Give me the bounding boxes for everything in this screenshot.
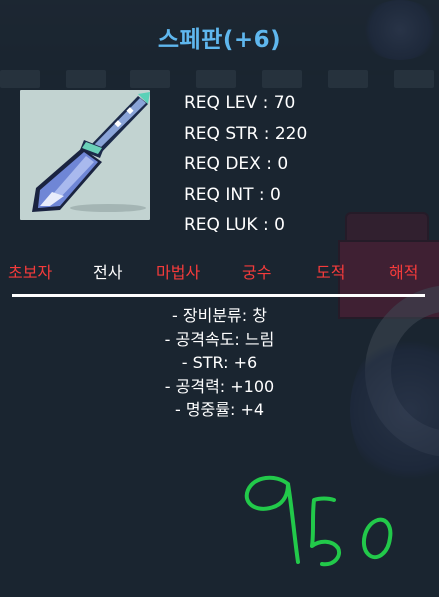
- stat-attack-speed: - 공격속도: 느림: [164, 329, 275, 349]
- req-level: REQ LEV : 70: [184, 93, 296, 113]
- stat-str: - STR: +6: [181, 353, 258, 372]
- req-luk: REQ LUK : 0: [184, 215, 285, 235]
- req-int: REQ INT : 0: [184, 184, 281, 205]
- item-icon-frame: [20, 90, 150, 220]
- stat-accuracy: - 명중률: +4: [174, 400, 265, 419]
- req-str: REQ STR : 220: [184, 123, 308, 144]
- job-pirate: 해적: [389, 263, 419, 282]
- requirements-list: REQ LEV : 70 REQ STR : 220 REQ DEX : 0 R…: [184, 88, 307, 241]
- divider: [12, 294, 425, 297]
- job-bowman: 궁수: [242, 263, 272, 282]
- req-dex: REQ DEX : 0: [184, 154, 289, 174]
- job-beginner: 초보자: [8, 263, 53, 282]
- item-stats: - 장비분류: 창 - 공격속도: 느림 - STR: +6 - 공격력: +1…: [0, 304, 439, 422]
- job-magician: 마법사: [156, 263, 201, 282]
- job-list: 초보자 전사 마법사 궁수 도적 해적: [0, 258, 439, 288]
- item-tooltip: 스페판(+6) REQ LEV : 70 REQ STR : 220 REQ D…: [0, 0, 439, 597]
- item-title: 스페판(+6): [157, 27, 282, 53]
- job-warrior: 전사: [93, 263, 123, 282]
- spear-icon: [32, 92, 150, 212]
- stat-category: - 장비분류: 창: [172, 306, 267, 325]
- handwritten-price: [244, 475, 393, 567]
- stat-attack: - 공격력: +100: [164, 376, 275, 396]
- job-thief: 도적: [316, 263, 346, 282]
